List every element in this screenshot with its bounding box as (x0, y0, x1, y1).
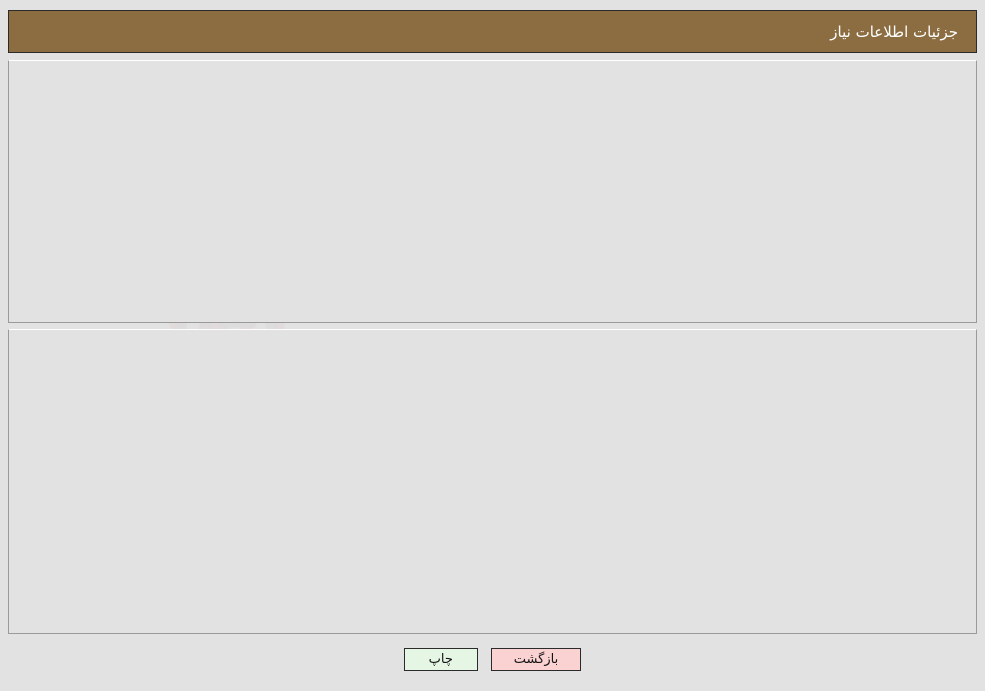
action-button-bar: بازگشت چاپ (0, 648, 985, 671)
page-root: AriaTender.net جزئیات اطلاعات نیاز شماره… (0, 0, 985, 691)
services-panel (8, 329, 977, 634)
page-title: جزئیات اطلاعات نیاز (830, 22, 958, 41)
back-button[interactable]: بازگشت (490, 648, 582, 671)
need-info-panel (8, 60, 977, 323)
window-title-bar: جزئیات اطلاعات نیاز (8, 10, 977, 53)
print-button[interactable]: چاپ (403, 648, 478, 671)
